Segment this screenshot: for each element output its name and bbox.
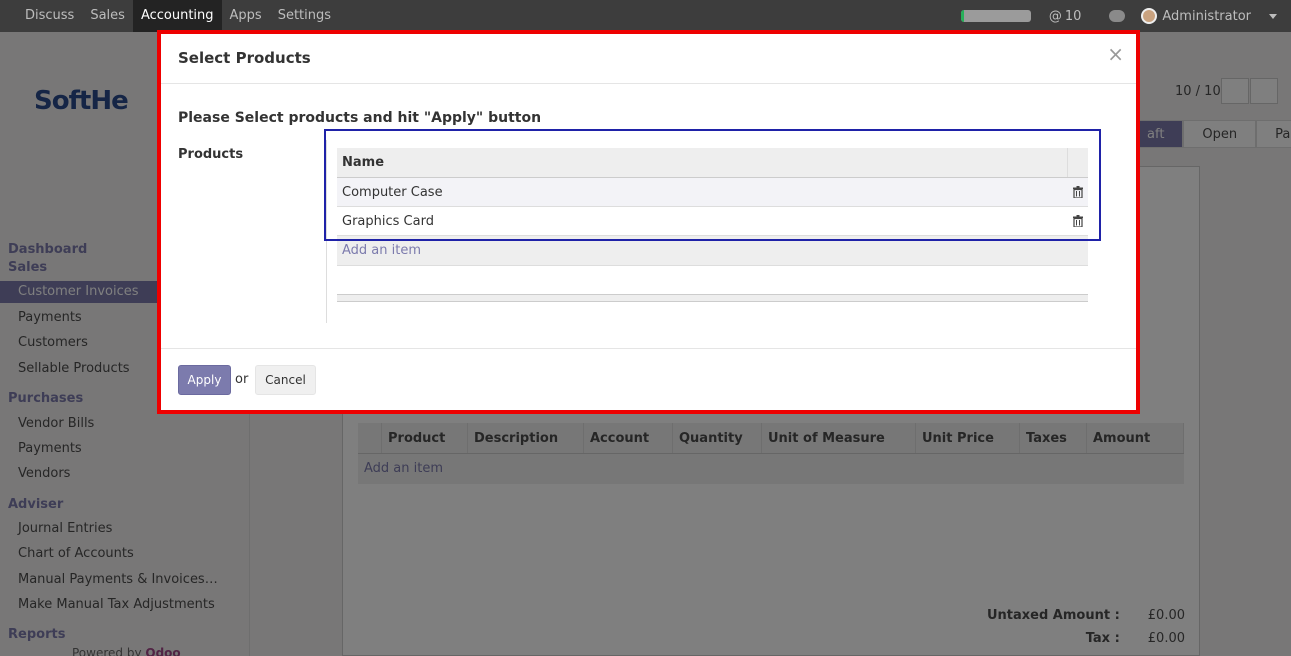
apply-button[interactable]: Apply — [178, 365, 231, 395]
products-table-footer — [337, 294, 1088, 302]
menu-accounting[interactable]: Accounting — [132, 0, 222, 32]
onboarding-progress-bar[interactable] — [960, 10, 1031, 22]
dialog-title: Select Products — [178, 49, 311, 67]
progress-fill — [960, 10, 965, 22]
products-table-header: Name — [337, 148, 1088, 178]
avatar — [1141, 8, 1158, 24]
menu-discuss[interactable]: Discuss — [17, 0, 82, 32]
trash-icon[interactable] — [1068, 186, 1088, 198]
table-row[interactable]: Computer Case — [337, 178, 1088, 207]
col-name[interactable]: Name — [337, 148, 1068, 177]
product-name[interactable]: Graphics Card — [342, 214, 1068, 229]
messages-counter[interactable]: @10 — [1049, 9, 1096, 24]
add-product-link[interactable]: Add an item — [337, 236, 1088, 266]
or-label: or — [235, 372, 249, 387]
menu-settings[interactable]: Settings — [270, 0, 339, 32]
field-divider — [326, 140, 327, 323]
messages-count: 10 — [1064, 8, 1082, 24]
at-icon: @ — [1048, 8, 1062, 24]
chevron-down-icon — [1269, 13, 1277, 19]
dialog-instruction: Please Select products and hit "Apply" b… — [178, 110, 542, 126]
user-menu[interactable]: Administrator — [1141, 8, 1277, 24]
products-table: Name Computer Case Graphics Card Add an … — [337, 148, 1088, 302]
table-row[interactable]: Graphics Card — [337, 207, 1088, 236]
menu-apps[interactable]: Apps — [222, 0, 270, 32]
dialog-footer: Apply or Cancel — [160, 348, 1138, 412]
close-icon[interactable]: × — [1107, 44, 1124, 64]
dialog-header: Select Products × — [160, 32, 1138, 84]
cancel-button[interactable]: Cancel — [255, 365, 316, 395]
trash-icon[interactable] — [1068, 215, 1088, 227]
top-navbar: Discuss Sales Accounting Apps Settings @… — [0, 0, 1291, 32]
select-products-dialog: Select Products × Please Select products… — [160, 32, 1138, 412]
product-name[interactable]: Computer Case — [342, 185, 1068, 200]
user-name: Administrator — [1162, 8, 1251, 24]
chat-icon[interactable] — [1109, 10, 1126, 22]
menu-sales[interactable]: Sales — [82, 0, 133, 32]
app-menu: Discuss Sales Accounting Apps Settings — [0, 0, 339, 32]
col-actions — [1068, 148, 1088, 177]
products-field-label: Products — [178, 147, 244, 162]
